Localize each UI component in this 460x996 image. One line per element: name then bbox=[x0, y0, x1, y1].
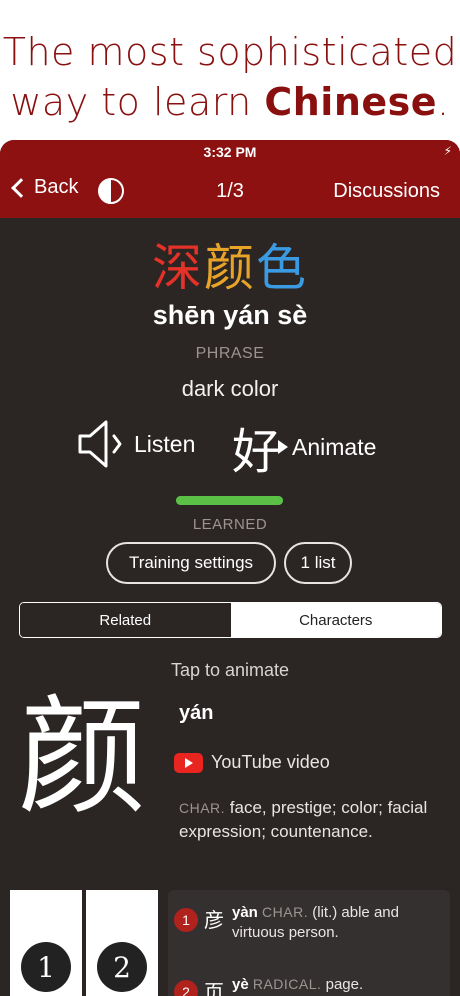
learning-progress-fill bbox=[176, 496, 283, 505]
component-meaning: page. bbox=[321, 976, 364, 993]
promo-headline-line2: way to learn Chinese. bbox=[0, 80, 460, 124]
animate-button[interactable]: 好 Animate bbox=[232, 412, 376, 482]
component-meaning: (lit.) able and virtuous person. bbox=[232, 904, 399, 941]
listen-button[interactable]: Listen bbox=[76, 416, 195, 472]
word-characters: 深颜色 bbox=[0, 228, 460, 300]
promo-headline-line1: The most sophisticated bbox=[2, 30, 458, 74]
component-pinyin: yàn bbox=[232, 904, 258, 921]
youtube-label: YouTube video bbox=[211, 752, 330, 772]
component-glyph: 彦 bbox=[204, 908, 224, 932]
character-def-tag: CHAR. bbox=[179, 800, 226, 816]
promo-line2-bold: Chinese bbox=[264, 80, 438, 124]
bolt-icon: ⚡ bbox=[443, 144, 452, 158]
word-character-1[interactable]: 深 bbox=[152, 239, 204, 297]
animate-character-icon: 好 bbox=[232, 424, 281, 480]
component-tag: RADICAL. bbox=[252, 976, 322, 992]
word-character-3[interactable]: 色 bbox=[256, 239, 308, 297]
component-number-badge: 1 bbox=[174, 908, 198, 932]
learning-status: LEARNED bbox=[192, 516, 268, 533]
app-screen: 3:32 PM ⚡ Back 1/3 Discussions 深颜色 shēn … bbox=[0, 140, 460, 996]
listen-label: Listen bbox=[134, 430, 196, 457]
stroke-step-2[interactable]: 2 bbox=[86, 890, 158, 996]
promo-line2-suffix: . bbox=[437, 80, 450, 124]
status-time: 3:32 PM bbox=[203, 144, 257, 160]
word-type: PHRASE bbox=[195, 345, 265, 362]
tap-to-animate-hint: Tap to animate bbox=[170, 660, 290, 680]
detail-tabs: Related Characters bbox=[19, 602, 442, 638]
chevron-left-icon bbox=[11, 177, 31, 198]
back-label: Back bbox=[34, 176, 79, 198]
component-text: yàn CHAR. (lit.) able and virtuous perso… bbox=[232, 902, 442, 943]
lists-button[interactable]: 1 list bbox=[284, 542, 352, 584]
speaker-icon bbox=[78, 420, 122, 468]
discussions-button[interactable]: Discussions bbox=[333, 180, 440, 203]
component-pinyin: yè bbox=[232, 976, 249, 993]
word-meaning: dark color bbox=[181, 376, 279, 401]
component-glyph: 页 bbox=[204, 980, 224, 996]
component-text: yè RADICAL. page. bbox=[232, 974, 442, 995]
component-number-badge: 2 bbox=[174, 980, 198, 996]
tab-related[interactable]: Related bbox=[20, 603, 231, 637]
component-item[interactable]: 2 页 yè RADICAL. page. bbox=[174, 974, 442, 996]
promo-line2-text: way to learn bbox=[10, 80, 265, 124]
contrast-icon[interactable] bbox=[98, 178, 124, 204]
stroke-step-1[interactable]: 1 bbox=[10, 890, 82, 996]
training-settings-button[interactable]: Training settings bbox=[106, 542, 276, 584]
back-button[interactable]: Back bbox=[10, 176, 78, 199]
word-pinyin: shēn yán sè bbox=[152, 300, 308, 330]
play-icon bbox=[278, 440, 289, 454]
character-animation-glyph[interactable]: 颜 bbox=[18, 687, 146, 829]
youtube-video-link[interactable]: YouTube video bbox=[174, 752, 330, 773]
learning-progress-bar bbox=[176, 496, 283, 505]
animate-label: Animate bbox=[292, 433, 377, 460]
component-tag: CHAR. bbox=[262, 904, 309, 920]
tab-characters[interactable]: Characters bbox=[230, 603, 441, 637]
stroke-number-badge: 1 bbox=[21, 942, 71, 992]
top-bar: 3:32 PM ⚡ Back 1/3 Discussions bbox=[0, 140, 460, 218]
stroke-number-badge: 2 bbox=[97, 942, 147, 992]
character-pinyin: yán bbox=[179, 702, 214, 724]
promo-banner: The most sophisticated way to learn Chin… bbox=[0, 0, 460, 140]
character-definition: CHAR. face, prestige; color; facial expr… bbox=[179, 796, 441, 844]
youtube-icon bbox=[174, 752, 203, 773]
component-list: 1 彦 yàn CHAR. (lit.) able and virtuous p… bbox=[168, 890, 450, 996]
component-item[interactable]: 1 彦 yàn CHAR. (lit.) able and virtuous p… bbox=[174, 902, 442, 943]
word-character-2[interactable]: 颜 bbox=[204, 239, 256, 297]
